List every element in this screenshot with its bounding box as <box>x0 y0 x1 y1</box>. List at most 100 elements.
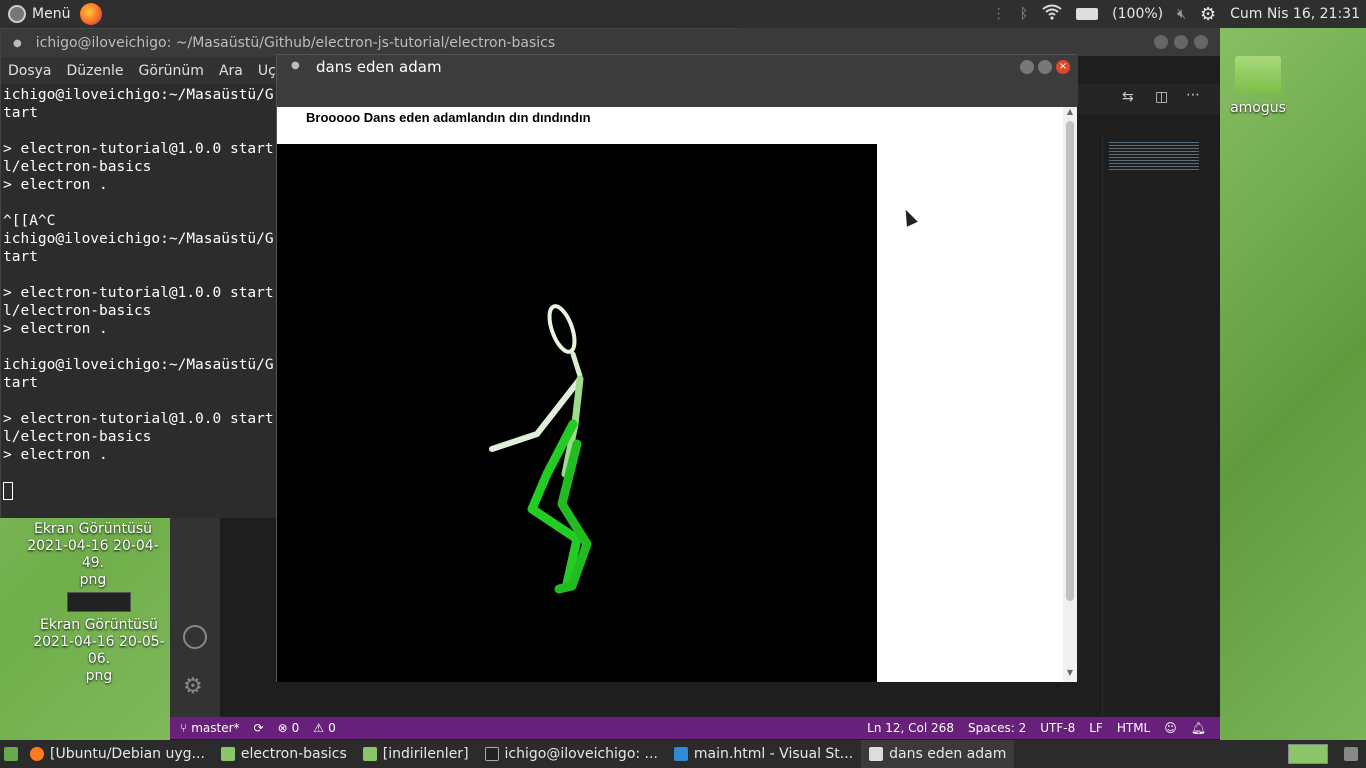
taskbar-label: [Ubuntu/Debian uyg... <box>50 746 205 762</box>
account-icon[interactable] <box>183 625 207 649</box>
error-count[interactable]: 0 <box>292 721 300 735</box>
feedback-icon[interactable]: ☺ <box>1164 721 1177 735</box>
battery-icon[interactable] <box>1076 8 1099 20</box>
maximize-button[interactable] <box>1174 35 1188 49</box>
workspace-switcher[interactable] <box>1280 740 1336 768</box>
scroll-down-arrow-icon[interactable]: ▼ <box>1063 668 1077 682</box>
file-label-line: Ekran Görüntüsü <box>39 617 159 633</box>
terminal-icon: ● <box>13 37 22 49</box>
window-controls: × <box>1020 60 1070 74</box>
taskbar-item-terminal[interactable]: ichigo@iloveichigo: ... <box>477 740 666 768</box>
window-icon <box>869 747 884 761</box>
compare-changes-icon[interactable]: ⇆ <box>1122 89 1134 105</box>
taskbar-item-files[interactable]: electron-basics <box>213 740 355 768</box>
firefox-icon <box>30 747 44 761</box>
sync-icon[interactable]: ⟳ <box>254 721 264 735</box>
menu-ara[interactable]: Ara <box>219 63 243 79</box>
folder-icon <box>220 747 235 761</box>
file-label-line: png <box>79 572 107 588</box>
menu-gorunum[interactable]: Görünüm <box>139 63 204 79</box>
menu-duzenle[interactable]: Düzenle <box>67 63 124 79</box>
manage-gear-icon[interactable]: ⚙ <box>183 674 203 699</box>
dance-titlebar: ● dans eden adam × <box>277 55 1078 107</box>
more-actions-icon[interactable]: ⋯ <box>1186 87 1200 103</box>
taskbar-item-downloads[interactable]: [indirilenler] <box>355 740 477 768</box>
taskbar-label: electron-basics <box>240 746 347 762</box>
mint-logo-icon <box>8 5 26 23</box>
warning-count[interactable]: 0 <box>328 721 336 735</box>
menu-dosya[interactable]: Dosya <box>8 63 52 79</box>
taskbar-label: main.html - Visual St... <box>693 746 854 762</box>
dance-animation-canvas <box>277 144 877 682</box>
stick-neck <box>570 351 583 379</box>
split-editor-icon[interactable]: ◫ <box>1155 89 1168 105</box>
panel-tray: ⋮ ᛒ (100%) 🔇︎ ⚙ Cum Nis 16, 21:31 <box>992 0 1360 28</box>
stick-figure-body <box>489 304 592 594</box>
app-icon: ● <box>291 60 300 71</box>
taskbar-label: ichigo@iloveichigo: ... <box>504 746 658 762</box>
folder-icon <box>1235 56 1281 94</box>
taskbar-item-vscode[interactable]: main.html - Visual St... <box>666 740 861 768</box>
cursor-position[interactable]: Ln 12, Col 268 <box>867 721 954 735</box>
desktop-icon <box>4 747 18 761</box>
vertical-scrollbar[interactable]: ▲ ▼ <box>1063 107 1077 682</box>
scroll-thumb[interactable] <box>1066 121 1074 601</box>
file-label-line: Ekran Görüntüsü <box>33 521 153 537</box>
settings-gear-icon[interactable]: ⚙ <box>1200 4 1216 25</box>
status-bar: ⑂ master* ⟳ ⊗ 0 ⚠ 0 Ln 12, Col 268 Space… <box>170 717 1220 739</box>
battery-percent: (100%) <box>1112 6 1164 22</box>
dance-window: ● dans eden adam × Brooooo Dans eden ada… <box>276 54 1078 682</box>
file-label-line: png <box>85 668 113 684</box>
language-mode[interactable]: HTML <box>1117 721 1150 735</box>
notifications-bell-icon[interactable]: 🔔︎ <box>1191 721 1206 735</box>
top-panel: Menü ⋮ ᛒ (100%) 🔇︎ ⚙ Cum Nis 16, 21:31 <box>0 0 1366 28</box>
folder-label: amogus <box>1230 100 1286 116</box>
file-label-line: 2021-04-16 20-05-06. <box>33 634 165 667</box>
stick-figure <box>489 304 592 594</box>
minimap-code-preview <box>1109 140 1199 170</box>
taskbar: [Ubuntu/Debian uyg... electron-basics [i… <box>0 740 1366 768</box>
scroll-up-arrow-icon[interactable]: ▲ <box>1063 107 1077 121</box>
close-button[interactable] <box>1194 35 1208 49</box>
warning-icon: ⚠ <box>313 721 325 735</box>
branch-icon: ⑂ <box>180 721 188 735</box>
indentation[interactable]: Spaces: 2 <box>968 721 1026 735</box>
git-branch[interactable]: master* <box>191 721 239 735</box>
taskbar-label: dans eden adam <box>889 746 1007 762</box>
file-label-line: 2021-04-16 20-04-49. <box>27 538 159 571</box>
volume-muted-icon[interactable]: 🔇︎ <box>1177 6 1186 22</box>
mouse-pointer-icon <box>900 207 918 227</box>
menu-button[interactable]: Menü <box>8 0 70 28</box>
show-desktop-button[interactable] <box>0 740 22 768</box>
bluetooth-icon[interactable]: ᛒ <box>1020 6 1028 22</box>
desktop-folder-amogus[interactable]: amogus <box>1226 56 1290 117</box>
terminal-title: ichigo@iloveichigo: ~/Masaüstü/Github/el… <box>35 35 556 51</box>
firefox-icon[interactable] <box>80 3 103 25</box>
maximize-button[interactable] <box>1038 60 1052 74</box>
clock[interactable]: Cum Nis 16, 21:31 <box>1230 6 1360 22</box>
menu-label: Menü <box>32 6 71 22</box>
dance-page: Brooooo Dans eden adamlandın dın dındınd… <box>277 107 1063 682</box>
error-icon: ⊗ <box>277 721 288 735</box>
folder-icon <box>362 747 377 761</box>
minimize-button[interactable] <box>1020 60 1034 74</box>
desktop-file-screenshot-2[interactable]: Ekran Görüntüsü 2021-04-16 20-05-06. png <box>24 592 174 685</box>
window-controls <box>1154 35 1208 49</box>
trash-icon <box>1344 747 1358 761</box>
minimap[interactable] <box>1102 136 1206 716</box>
wifi-icon[interactable] <box>1042 4 1062 24</box>
line-ending[interactable]: LF <box>1089 721 1103 735</box>
page-heading: Brooooo Dans eden adamlandın dın dındınd… <box>306 110 591 125</box>
workspace-icon <box>1288 744 1328 764</box>
minimize-button[interactable] <box>1154 35 1168 49</box>
taskbar-label: [indirilenler] <box>382 746 469 762</box>
close-button[interactable]: × <box>1056 60 1070 74</box>
taskbar-item-firefox[interactable]: [Ubuntu/Debian uyg... <box>22 740 213 768</box>
dance-title: dans eden adam <box>316 58 442 76</box>
stick-head <box>547 304 577 354</box>
taskbar-item-dance[interactable]: dans eden adam <box>861 740 1015 768</box>
encoding[interactable]: UTF-8 <box>1040 721 1075 735</box>
desktop-file-screenshot-1[interactable]: Ekran Görüntüsü 2021-04-16 20-04-49. png <box>18 521 168 589</box>
image-thumbnail-icon <box>67 592 131 612</box>
trash-button[interactable] <box>1336 740 1366 768</box>
